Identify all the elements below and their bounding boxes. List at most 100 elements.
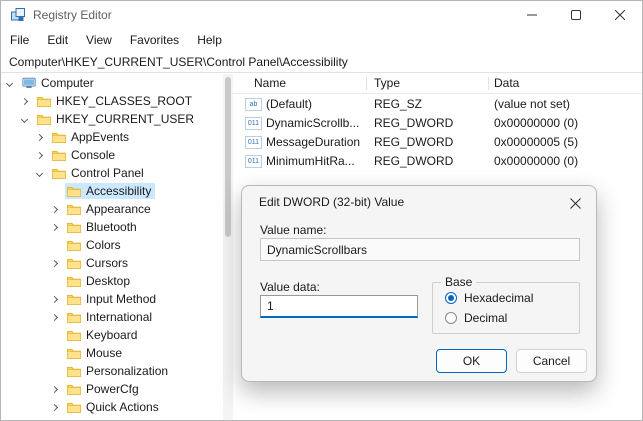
tree-item-personalization[interactable]: Personalization	[1, 362, 223, 380]
tree-node[interactable]: Sound	[65, 417, 125, 420]
tree-item-accessibility[interactable]: Accessibility	[1, 182, 223, 200]
tree-node[interactable]: Accessibility	[65, 183, 156, 199]
tree-node[interactable]: HKEY_CURRENT_USER	[35, 111, 198, 127]
radio-button-checked-icon[interactable]	[445, 292, 457, 304]
tree-node[interactable]: Appearance	[65, 201, 155, 217]
menu-bar: File Edit View Favorites Help	[1, 29, 642, 51]
tree-node[interactable]: Console	[50, 147, 119, 163]
menu-view[interactable]: View	[77, 29, 121, 51]
ok-button[interactable]: OK	[436, 349, 507, 373]
tree-node[interactable]: Colors	[65, 237, 125, 253]
cancel-button[interactable]: Cancel	[516, 349, 587, 373]
tree-item-hkey-classes-root[interactable]: HKEY_CLASSES_ROOT	[1, 92, 223, 110]
tree-item-input-method[interactable]: Input Method	[1, 290, 223, 308]
chevron-expanded-icon[interactable]	[35, 169, 44, 177]
chevron-collapsed-icon[interactable]	[50, 205, 59, 213]
dialog-close-button[interactable]	[567, 195, 583, 211]
tree-node[interactable]: Quick Actions	[65, 399, 163, 415]
value-data-input[interactable]	[260, 295, 418, 318]
radio-hexadecimal[interactable]: Hexadecimal	[445, 291, 533, 305]
tree-item-powercfg[interactable]: PowerCfg	[1, 380, 223, 398]
tree-scrollbar[interactable]	[223, 74, 233, 420]
radio-decimal[interactable]: Decimal	[445, 311, 507, 325]
value-row--default-[interactable]: ab (Default) REG_SZ (value not set)	[233, 95, 642, 114]
chevron-expanded-icon[interactable]	[20, 115, 29, 123]
value-data: 0x00000005 (5)	[494, 135, 579, 149]
folder-icon	[67, 420, 81, 421]
tree-item-label: International	[86, 310, 153, 324]
close-button[interactable]	[598, 1, 642, 29]
tree-node[interactable]: International	[65, 309, 156, 325]
value-row-dynamicscrollb-[interactable]: 011 DynamicScrollb... REG_DWORD 0x00000000 …	[233, 114, 642, 133]
tree-item-hkey-current-user[interactable]: HKEY_CURRENT_USER	[1, 110, 223, 128]
tree-node[interactable]: Input Method	[65, 291, 160, 307]
value-data: (value not set)	[494, 97, 571, 111]
tree-node[interactable]: Mouse	[65, 345, 126, 361]
tree-item-console[interactable]: Console	[1, 146, 223, 164]
menu-edit[interactable]: Edit	[38, 29, 77, 51]
value-row-minimumhitra-[interactable]: 011 MinimumHitRa... REG_DWORD 0x00000000 (0…	[233, 152, 642, 171]
maximize-button[interactable]	[554, 1, 598, 29]
tree-item-mouse[interactable]: Mouse	[1, 344, 223, 362]
column-divider[interactable]	[366, 77, 367, 90]
column-header-name[interactable]: Name	[254, 74, 286, 93]
chevron-collapsed-icon[interactable]	[50, 313, 59, 321]
tree-item-desktop[interactable]: Desktop	[1, 272, 223, 290]
tree-item-bluetooth[interactable]: Bluetooth	[1, 218, 223, 236]
column-header-data[interactable]: Data	[494, 74, 519, 93]
tree-node[interactable]: Computer	[20, 75, 98, 91]
chevron-collapsed-icon[interactable]	[50, 223, 59, 231]
chevron-collapsed-icon[interactable]	[20, 97, 29, 105]
tree-node[interactable]: PowerCfg	[65, 381, 143, 397]
chevron-collapsed-icon[interactable]	[35, 151, 44, 159]
value-name: MinimumHitRa...	[266, 154, 355, 168]
radio-hexadecimal-label: Hexadecimal	[464, 291, 534, 305]
folder-icon	[67, 222, 81, 233]
tree-item-label: Mouse	[86, 346, 123, 360]
tree-item-sound[interactable]: Sound	[1, 416, 223, 420]
tree-node[interactable]: Cursors	[65, 255, 132, 271]
tree-item-appearance[interactable]: Appearance	[1, 200, 223, 218]
string-value-icon: ab	[245, 98, 262, 111]
tree-item-computer[interactable]: Computer	[1, 74, 223, 92]
value-row-messageduration[interactable]: 011 MessageDuration REG_DWORD 0x00000005 (5…	[233, 133, 642, 152]
tree-item-quick-actions[interactable]: Quick Actions	[1, 398, 223, 416]
column-divider[interactable]	[488, 77, 489, 90]
tree-node[interactable]: HKEY_CLASSES_ROOT	[35, 93, 196, 109]
menu-file[interactable]: File	[1, 29, 38, 51]
tree-item-cursors[interactable]: Cursors	[1, 254, 223, 272]
tree-pane: Computer HKEY_CLASSES_ROOT HKEY_CURRENT_US…	[1, 74, 223, 420]
tree-item-appevents[interactable]: AppEvents	[1, 128, 223, 146]
tree-node[interactable]: Bluetooth	[65, 219, 141, 235]
menu-help[interactable]: Help	[188, 29, 231, 51]
tree-node[interactable]: Personalization	[65, 363, 172, 379]
chevron-collapsed-icon[interactable]	[50, 403, 59, 411]
tree-item-control-panel[interactable]: Control Panel	[1, 164, 223, 182]
tree-node[interactable]: Desktop	[65, 273, 134, 289]
chevron-collapsed-icon[interactable]	[50, 295, 59, 303]
chevron-expanded-icon[interactable]	[5, 79, 14, 87]
window-controls	[510, 1, 642, 29]
chevron-collapsed-icon[interactable]	[50, 259, 59, 267]
tree-item-label: Input Method	[86, 292, 157, 306]
tree-node[interactable]: Control Panel	[50, 165, 148, 181]
menu-favorites[interactable]: Favorites	[121, 29, 188, 51]
value-name-field[interactable]	[260, 238, 580, 261]
minimize-button[interactable]	[510, 1, 554, 29]
chevron-collapsed-icon[interactable]	[35, 133, 44, 141]
address-input[interactable]	[1, 51, 642, 72]
radio-decimal-label: Decimal	[464, 311, 508, 325]
folder-icon	[67, 312, 81, 323]
tree-node[interactable]: Keyboard	[65, 327, 141, 343]
tree-item-international[interactable]: International	[1, 308, 223, 326]
scrollbar-thumb[interactable]	[225, 77, 231, 237]
tree-node[interactable]: AppEvents	[50, 129, 133, 145]
tree-item-label: Computer	[41, 76, 94, 90]
tree-item-keyboard[interactable]: Keyboard	[1, 326, 223, 344]
radio-button-unchecked-icon[interactable]	[445, 312, 457, 324]
tree-item-colors[interactable]: Colors	[1, 236, 223, 254]
column-header-type[interactable]: Type	[374, 74, 400, 93]
tree-item-label: Quick Actions	[86, 400, 159, 414]
chevron-collapsed-icon[interactable]	[50, 385, 59, 393]
